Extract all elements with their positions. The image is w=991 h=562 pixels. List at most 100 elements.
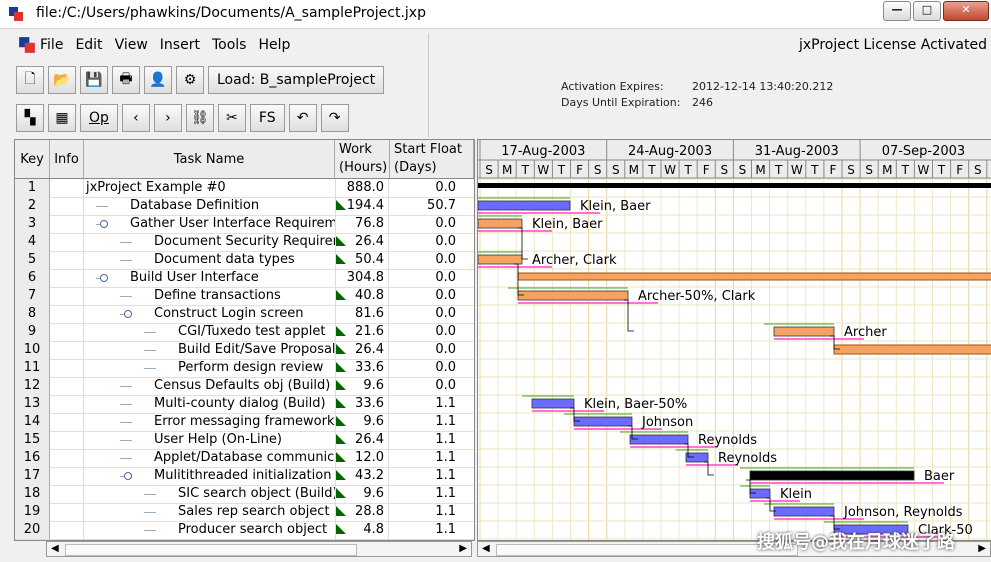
table-row[interactable]: 4Document Security Requirements26.40.0 (15, 233, 474, 252)
app-logo-icon[interactable]: ▚ (16, 104, 44, 132)
row-key[interactable]: 14 (15, 413, 50, 431)
table-row[interactable]: 10 Build Edit/Save Proposal screen26.4 0.0 (15, 341, 474, 360)
row-task-name[interactable]: jxProject Example #0 (84, 179, 336, 197)
row-work[interactable]: 9.6 (335, 377, 389, 395)
row-work[interactable]: 12.0 (335, 449, 389, 467)
row-task-name[interactable]: Gather User Interface Requirements (84, 215, 336, 233)
table-row[interactable]: 7 Define transactions 40.8 0.0 (15, 287, 474, 306)
row-work[interactable]: 43.2 (335, 467, 389, 485)
outdent-icon[interactable]: ‹ (121, 104, 150, 132)
row-key[interactable]: 20 (15, 521, 50, 539)
row-key[interactable]: 13 (15, 395, 50, 413)
table-row[interactable]: 3 Gather User Interface Requirements76.8 0… (15, 215, 474, 234)
row-key[interactable]: 11 (15, 359, 50, 377)
table-row[interactable]: 17Mulitithreaded initialization dow43.21… (15, 467, 474, 486)
expand-toggle-icon[interactable] (124, 472, 132, 480)
row-work[interactable]: 81.6 (335, 305, 389, 323)
row-work[interactable]: 4.8 (335, 521, 389, 539)
table-row[interactable]: 19 Sales rep search object 28.8 1.1 (15, 503, 474, 522)
link-icon[interactable]: ⛓ (185, 104, 214, 132)
table-row[interactable]: 1 jxProject Example #0 888.0 0.0 (15, 179, 474, 198)
print-icon[interactable]: 🖶 (112, 66, 140, 94)
row-work[interactable]: 26.4 (335, 431, 389, 449)
row-work[interactable]: 21.6 (335, 323, 389, 341)
row-work[interactable]: 33.6 (335, 395, 389, 413)
row-task-name[interactable]: SIC search object (Build) (84, 485, 336, 503)
row-task-name[interactable]: Perform design review (84, 359, 336, 377)
table-row[interactable]: 8 Construct Login screen 81.6 0.0 (15, 305, 474, 324)
row-key[interactable]: 1 (15, 179, 50, 197)
menu-help[interactable]: Help (258, 37, 290, 53)
row-task-name[interactable]: Database Definition (84, 197, 336, 215)
row-work[interactable]: 76.8 (335, 215, 389, 233)
redo-icon[interactable]: ↷ (320, 104, 349, 132)
menu-edit[interactable]: Edit (75, 37, 102, 53)
row-work[interactable]: 26.4 (335, 233, 389, 251)
row-work[interactable]: 9.6 (335, 413, 389, 431)
col-start-float[interactable]: Start Float (Days) (390, 140, 474, 178)
row-task-name[interactable]: Build User Interface (84, 269, 336, 287)
row-task-name[interactable]: Sales rep search object (84, 503, 336, 521)
resource-person-icon[interactable]: 👤 (144, 66, 172, 94)
new-file-icon[interactable]: 🗋 (16, 66, 44, 94)
load-button[interactable]: Load: B_sampleProject (208, 66, 385, 94)
gantt-view-icon[interactable]: ▦ (48, 104, 76, 132)
save-icon[interactable]: 💾 (80, 66, 108, 94)
row-work[interactable]: 888.0 (335, 179, 389, 197)
row-work[interactable]: 28.8 (335, 503, 389, 521)
row-key[interactable]: 15 (15, 431, 50, 449)
settings-gear-icon[interactable]: ⚙ (176, 66, 204, 94)
row-work[interactable]: 26.4 (335, 341, 389, 359)
table-row[interactable]: 5 Document data types 50.4 0.0 (15, 251, 474, 270)
table-row[interactable]: 16Applet/Database communication12.01.1 (15, 449, 474, 468)
row-key[interactable]: 17 (15, 467, 50, 485)
table-row[interactable]: 13 Multi-county dialog (Build) 33.6 1.1 (15, 395, 474, 414)
gantt-canvas[interactable]: 17-Aug-2003 24-Aug-2003 31-Aug-2003 07-Sep-… (478, 140, 991, 540)
grid-hscrollbar[interactable]: ◀ ▶ (46, 541, 472, 557)
row-key[interactable]: 2 (15, 197, 50, 215)
minimize-button[interactable]: — (883, 1, 911, 21)
open-folder-icon[interactable]: 📂 (48, 66, 76, 94)
menu-tools[interactable]: Tools (212, 37, 247, 53)
row-work[interactable]: 304.8 (335, 269, 389, 287)
menu-file[interactable]: File (40, 37, 63, 53)
row-task-name[interactable]: CGI/Tuxedo test applet (84, 323, 336, 341)
op-button[interactable]: Op (80, 104, 118, 132)
col-info[interactable]: Info (50, 140, 84, 178)
table-row[interactable]: 12 Census Defaults obj (Build) 9.6 0.0 (15, 377, 474, 396)
table-row[interactable]: 15 User Help (On-Line) 26.4 1.1 (15, 431, 474, 450)
close-button[interactable]: ✕ (943, 1, 989, 21)
row-work[interactable]: 50.4 (335, 251, 389, 269)
table-row[interactable]: 14 Error messaging framework 9.6 1.1 (15, 413, 474, 432)
row-key[interactable]: 16 (15, 449, 50, 467)
row-work[interactable]: 33.6 (335, 359, 389, 377)
table-row[interactable]: 9 CGI/Tuxedo test applet 21.6 0.0 (15, 323, 474, 342)
row-key[interactable]: 6 (15, 269, 50, 287)
expand-toggle-icon[interactable] (124, 310, 132, 318)
row-key[interactable]: 5 (15, 251, 50, 269)
row-key[interactable]: 10 (15, 341, 50, 359)
maximize-button[interactable]: □ (913, 1, 941, 21)
menu-insert[interactable]: Insert (160, 37, 200, 53)
row-key[interactable]: 9 (15, 323, 50, 341)
row-key[interactable]: 7 (15, 287, 50, 305)
row-key[interactable]: 18 (15, 485, 50, 503)
table-row[interactable]: 11 Perform design review 33.6 0.0 (15, 359, 474, 378)
row-work[interactable]: 9.6 (335, 485, 389, 503)
row-task-name[interactable]: Producer search object (84, 521, 336, 539)
row-key[interactable]: 8 (15, 305, 50, 323)
row-task-name[interactable]: Build Edit/Save Proposal screen (84, 341, 336, 359)
table-row[interactable]: 20 Producer search object 4.8 1.1 (15, 521, 474, 540)
table-row[interactable]: 2 Database Definition 194.4 50.7 (15, 197, 474, 216)
gantt-chart[interactable]: 17-Aug-2003 24-Aug-2003 31-Aug-2003 07-Sep-… (477, 139, 991, 541)
row-key[interactable]: 4 (15, 233, 50, 251)
table-row[interactable]: 6 Build User Interface 304.8 0.0 (15, 269, 474, 288)
indent-icon[interactable]: › (153, 104, 182, 132)
expand-toggle-icon[interactable] (100, 274, 108, 282)
col-task-name[interactable]: Task Name (84, 140, 335, 178)
col-key[interactable]: Key (15, 140, 50, 178)
menu-view[interactable]: View (115, 37, 148, 53)
row-work[interactable]: 194.4 (335, 197, 389, 215)
app-menu-icon[interactable] (18, 36, 36, 54)
row-work[interactable]: 40.8 (335, 287, 389, 305)
